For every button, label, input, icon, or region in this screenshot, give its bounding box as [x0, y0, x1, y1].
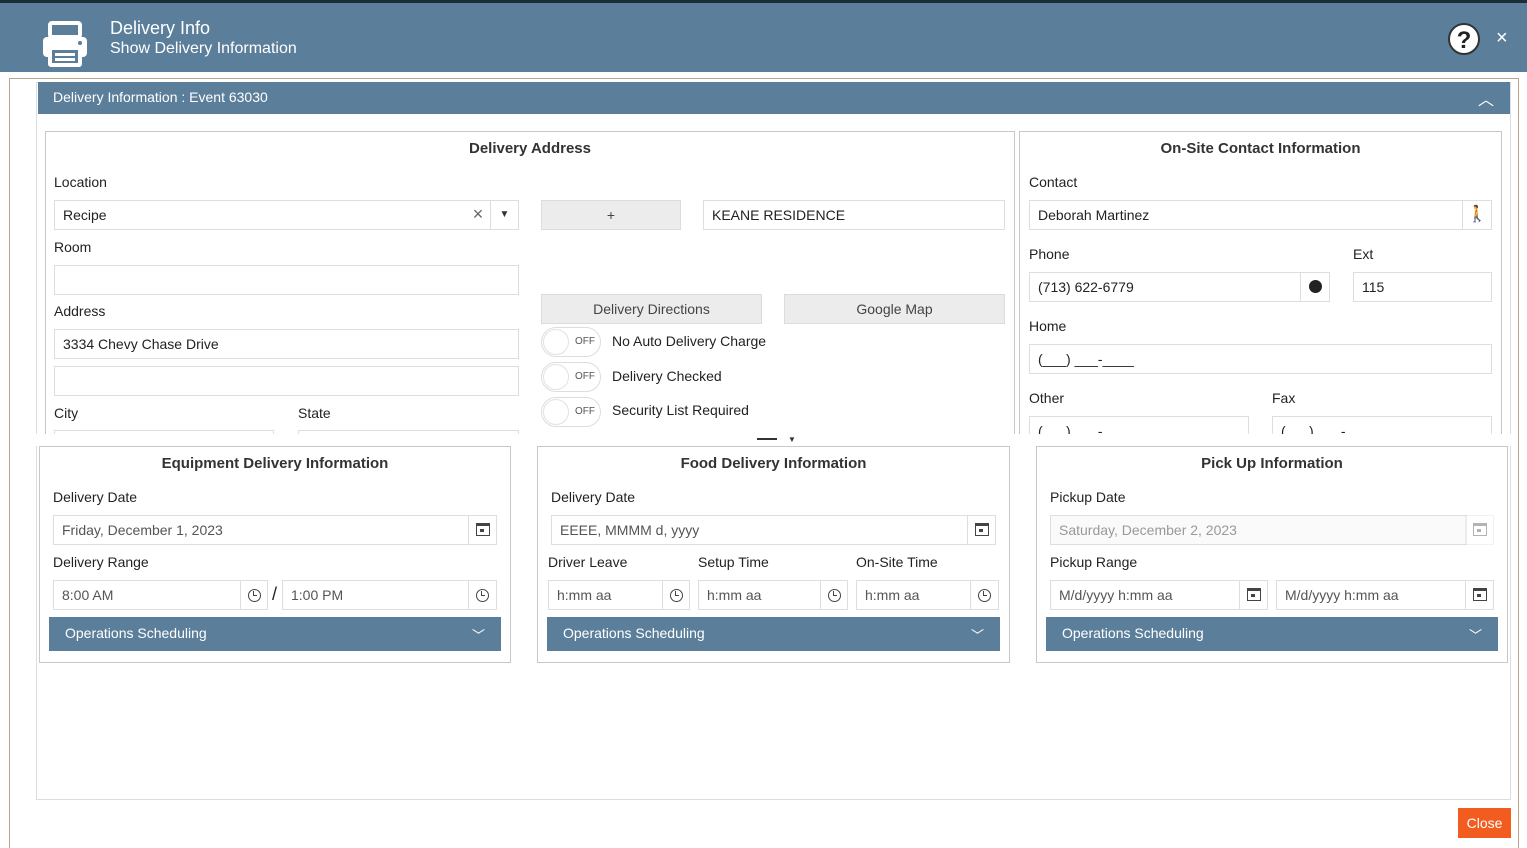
location-name-field[interactable]: KEANE RESIDENCE: [703, 200, 1005, 230]
add-location-button[interactable]: +: [541, 200, 681, 230]
address-label: Address: [54, 303, 106, 319]
security-list-label: Security List Required: [612, 402, 749, 418]
dialog-header: Delivery Info Show Delivery Information …: [0, 0, 1527, 72]
person-icon[interactable]: 🚶: [1462, 200, 1492, 230]
close-button[interactable]: Close: [1458, 808, 1511, 838]
clock-icon[interactable]: [662, 580, 690, 610]
close-icon[interactable]: ×: [1496, 28, 1508, 48]
calendar-icon[interactable]: [1239, 580, 1268, 610]
dialog-subtitle: Show Delivery Information: [110, 40, 297, 57]
ops-label: Operations Scheduling: [1062, 625, 1204, 641]
delivery-directions-button[interactable]: Delivery Directions: [541, 294, 762, 324]
delivery-checked-label: Delivery Checked: [612, 368, 722, 384]
calendar-icon[interactable]: [967, 515, 996, 545]
food-date-label: Delivery Date: [551, 489, 636, 505]
equipment-ops-scheduling[interactable]: Operations Scheduling ﹀: [49, 617, 501, 651]
home-phone-field[interactable]: (___) ___-____: [1029, 344, 1492, 374]
food-date-field[interactable]: EEEE, MMMM d, yyyy: [551, 515, 969, 545]
splitter-handle[interactable]: [757, 438, 777, 440]
no-auto-charge-label: No Auto Delivery Charge: [612, 333, 767, 349]
setup-time-label: Setup Time: [698, 554, 769, 570]
phone-field[interactable]: (713) 622-6779: [1029, 272, 1302, 302]
driver-leave-field[interactable]: h:mm aa: [548, 580, 664, 610]
contact-title: On-Site Contact Information: [1160, 140, 1361, 157]
security-list-toggle[interactable]: OFF: [541, 397, 601, 427]
printer-icon: [43, 21, 87, 67]
clock-icon[interactable]: [240, 580, 268, 610]
panel-splitter[interactable]: ▼: [36, 434, 1511, 446]
calendar-icon[interactable]: [1465, 515, 1494, 545]
setup-time-field[interactable]: h:mm aa: [698, 580, 822, 610]
clock-icon[interactable]: [970, 580, 999, 610]
delivery-checked-toggle[interactable]: OFF: [541, 362, 601, 392]
address-line1-field[interactable]: 3334 Chevy Chase Drive: [54, 329, 519, 359]
chevron-down-icon: ﹀: [970, 628, 984, 643]
city-label: City: [54, 405, 79, 421]
calendar-icon[interactable]: [1465, 580, 1494, 610]
location-label: Location: [54, 174, 107, 190]
equipment-date-label: Delivery Date: [53, 489, 138, 505]
phone-label: Phone: [1029, 246, 1070, 262]
home-label: Home: [1029, 318, 1067, 334]
address-line2-field[interactable]: [54, 366, 519, 396]
calendar-icon[interactable]: [468, 515, 497, 545]
chevron-up-icon[interactable]: ︿: [1478, 86, 1494, 110]
clock-icon[interactable]: [468, 580, 497, 610]
other-label: Other: [1029, 390, 1065, 406]
state-label: State: [298, 405, 331, 421]
contact-label: Contact: [1029, 174, 1078, 190]
equipment-title: Equipment Delivery Information: [161, 455, 389, 472]
chevron-down-icon: ﹀: [1468, 628, 1482, 643]
google-map-button[interactable]: Google Map: [784, 294, 1005, 324]
pickup-range-start[interactable]: M/d/yyyy h:mm aa: [1050, 580, 1241, 610]
equipment-date-field[interactable]: Friday, December 1, 2023: [53, 515, 470, 545]
section-bar[interactable]: Delivery Information : Event 63030 ︿: [38, 82, 1510, 114]
room-label: Room: [54, 239, 92, 255]
contact-field[interactable]: Deborah Martinez: [1029, 200, 1463, 230]
delivery-address-title: Delivery Address: [468, 140, 591, 157]
splitter-arrow-icon[interactable]: ▼: [788, 435, 796, 444]
location-select[interactable]: Recipe: [54, 200, 492, 230]
chevron-down-icon: ﹀: [471, 628, 485, 643]
globe-icon[interactable]: [1300, 272, 1330, 302]
help-icon[interactable]: ?: [1448, 23, 1480, 55]
other-phone-field[interactable]: (___) ___-____: [1029, 416, 1249, 436]
food-title: Food Delivery Information: [680, 455, 867, 472]
clear-icon[interactable]: ×: [465, 200, 491, 230]
fax-field[interactable]: (___) ___-____: [1272, 416, 1492, 436]
no-auto-charge-toggle[interactable]: OFF: [541, 327, 601, 357]
onsite-time-field[interactable]: h:mm aa: [856, 580, 972, 610]
pickup-range-end[interactable]: M/d/yyyy h:mm aa: [1276, 580, 1467, 610]
fax-label: Fax: [1272, 390, 1296, 406]
pickup-date-label: Pickup Date: [1050, 489, 1126, 505]
dropdown-arrow-icon[interactable]: ▼: [490, 200, 519, 230]
equipment-range-end[interactable]: 1:00 PM: [282, 580, 470, 610]
ops-label: Operations Scheduling: [65, 625, 207, 641]
ext-label: Ext: [1353, 246, 1374, 262]
driver-leave-label: Driver Leave: [548, 554, 628, 570]
pickup-title: Pick Up Information: [1201, 455, 1343, 472]
equipment-range-label: Delivery Range: [53, 554, 149, 570]
ops-label: Operations Scheduling: [563, 625, 705, 641]
range-separator: /: [272, 584, 278, 604]
pickup-range-label: Pickup Range: [1050, 554, 1138, 570]
onsite-time-label: On-Site Time: [856, 554, 938, 570]
ext-field[interactable]: 115: [1353, 272, 1492, 302]
pickup-ops-scheduling[interactable]: Operations Scheduling ﹀: [1046, 617, 1498, 651]
room-field[interactable]: [54, 265, 519, 295]
section-title: Delivery Information : Event 63030: [53, 89, 268, 105]
equipment-range-start[interactable]: 8:00 AM: [53, 580, 242, 610]
clock-icon[interactable]: [820, 580, 848, 610]
food-ops-scheduling[interactable]: Operations Scheduling ﹀: [547, 617, 1000, 651]
pickup-date-field[interactable]: Saturday, December 2, 2023: [1050, 515, 1467, 545]
dialog-title: Delivery Info: [110, 18, 211, 38]
